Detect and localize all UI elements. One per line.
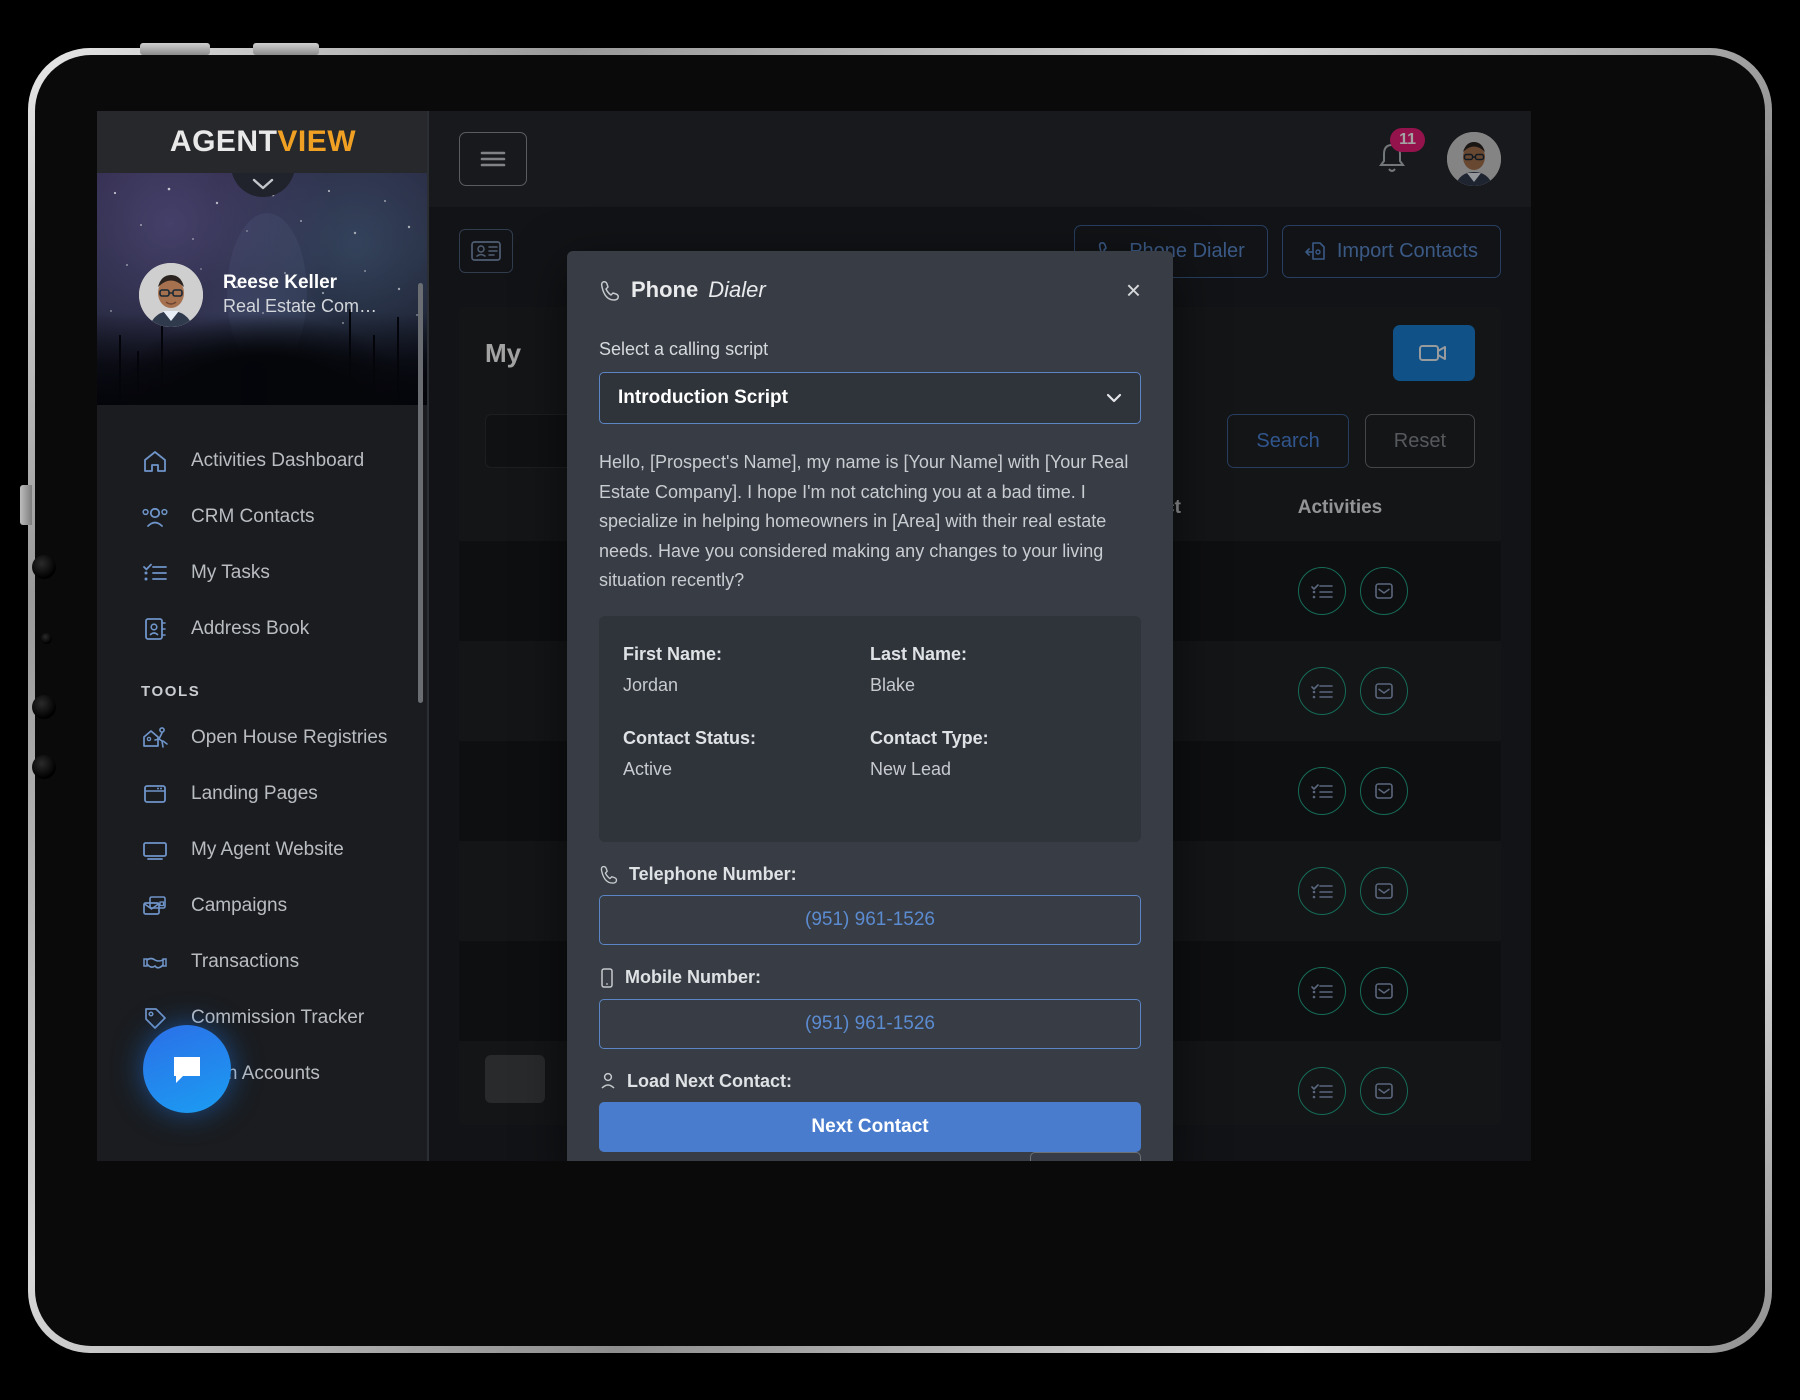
sidebar-item-activities-dashboard[interactable]: Activities Dashboard [97, 433, 429, 489]
script-select-label: Select a calling script [599, 339, 1141, 360]
sidebar-item-label: Address Book [191, 618, 309, 640]
load-next-contact-label: Load Next Contact: [627, 1071, 792, 1092]
side-port-bottom [32, 755, 56, 779]
power-button[interactable] [140, 43, 210, 55]
sidebar-item-transactions[interactable]: Transactions [97, 934, 429, 990]
sidebar-item-crm-contacts[interactable]: CRM Contacts [97, 489, 429, 545]
logo-view-text: VIEW [277, 125, 356, 158]
calling-script-select[interactable]: Introduction Script [599, 372, 1141, 424]
avatar-photo [139, 263, 203, 327]
logo-agent-text: AGENT [170, 125, 278, 158]
telephone-number-button[interactable]: (951) 961-1526 [599, 895, 1141, 945]
side-port-top [32, 555, 56, 579]
sidebar-item-label: My Tasks [191, 562, 270, 584]
profile-name: Reese Keller [223, 271, 377, 295]
phone-icon [599, 864, 619, 884]
side-port-lower [32, 695, 56, 719]
sidebar-item-label: CRM Contacts [191, 506, 315, 528]
sidebar-item-label: My Agent Website [191, 839, 344, 861]
sidebar-nav: Activities Dashboard CRM Contacts [97, 405, 429, 1102]
volume-button[interactable] [253, 43, 319, 55]
sidebar-profile[interactable]: Reese Keller Real Estate Com… [139, 263, 377, 327]
side-button[interactable] [20, 485, 32, 525]
users-icon [141, 503, 169, 531]
telephone-label: Telephone Number: [629, 864, 797, 885]
contact-details-card: First Name: Last Name: Jordan Blake Cont… [599, 616, 1141, 842]
contact-type-value: New Lead [870, 759, 1117, 802]
load-next-label-row: Load Next Contact: [599, 1071, 1141, 1092]
close-button[interactable]: Close [1030, 1152, 1141, 1161]
modal-title-bold: Phone [631, 277, 698, 303]
last-name-label: Last Name: [870, 644, 1117, 665]
sidebar-item-my-agent-website[interactable]: My Agent Website [97, 822, 429, 878]
sidebar-scrollbar[interactable] [418, 283, 423, 703]
sidebar-item-label: Activities Dashboard [191, 450, 364, 472]
modal-footer: Close [567, 1152, 1173, 1161]
handshake-icon [141, 948, 169, 976]
hero-figure [241, 361, 267, 405]
sidebar-item-open-house-registries[interactable]: Open House Registries [97, 710, 429, 766]
sidebar-item-label: Landing Pages [191, 783, 318, 805]
first-name-value: Jordan [623, 675, 870, 718]
selected-script-value: Introduction Script [618, 387, 788, 409]
telephone-label-row: Telephone Number: [599, 864, 1141, 885]
envelope-stack-icon [141, 892, 169, 920]
modal-body: Select a calling script Introduction Scr… [567, 313, 1173, 1152]
chat-bubble-icon [167, 1049, 207, 1089]
contact-status-label: Contact Status: [623, 728, 870, 749]
sidebar-item-campaigns[interactable]: Campaigns [97, 878, 429, 934]
app-logo[interactable]: AGENTVIEW [97, 111, 429, 173]
sidebar-item-landing-pages[interactable]: Landing Pages [97, 766, 429, 822]
modal-title: Phone Dialer [599, 277, 766, 303]
sidebar-item-label: Campaigns [191, 895, 287, 917]
address-book-icon [141, 615, 169, 643]
sidebar-item-label: Commission Tracker [191, 1007, 364, 1029]
sidebar: AGENTVIEW [97, 111, 429, 1161]
phone-dialer-modal: Phone Dialer × Select a calling script I… [567, 251, 1173, 1161]
tablet-bezel: AGENTVIEW [35, 55, 1765, 1346]
chevron-down-icon [252, 177, 274, 191]
sidebar-item-label: Open House Registries [191, 727, 387, 749]
tag-icon [141, 1004, 169, 1032]
first-name-label: First Name: [623, 644, 870, 665]
chat-widget-button[interactable] [143, 1025, 231, 1113]
sidebar-section-tools: TOOLS [97, 657, 429, 710]
open-house-icon [141, 724, 169, 752]
mobile-phone-icon [599, 967, 615, 989]
mobile-label-row: Mobile Number: [599, 967, 1141, 989]
avatar [139, 263, 203, 327]
contact-type-label: Contact Type: [870, 728, 1117, 749]
modal-title-italic: Dialer [708, 277, 765, 303]
sidebar-item-label: Transactions [191, 951, 299, 973]
mobile-number-button[interactable]: (951) 961-1526 [599, 999, 1141, 1049]
next-contact-button[interactable]: Next Contact [599, 1102, 1141, 1152]
chevron-down-icon [1106, 387, 1122, 409]
mobile-label: Mobile Number: [625, 967, 761, 988]
contact-status-value: Active [623, 759, 870, 802]
modal-header: Phone Dialer × [567, 251, 1173, 313]
phone-icon [599, 279, 621, 301]
checklist-icon [141, 559, 169, 587]
script-body-text: Hello, [Prospect's Name], my name is [Yo… [599, 448, 1141, 596]
monitor-icon [141, 836, 169, 864]
profile-role: Real Estate Com… [223, 295, 377, 318]
home-icon [141, 447, 169, 475]
tablet-device-frame: AGENTVIEW [28, 48, 1772, 1353]
profile-hero-banner: Reese Keller Real Estate Com… [97, 173, 429, 405]
sidebar-item-my-tasks[interactable]: My Tasks [97, 545, 429, 601]
close-icon[interactable]: × [1126, 277, 1141, 303]
browser-window-icon [141, 780, 169, 808]
last-name-value: Blake [870, 675, 1117, 718]
sidebar-item-commission-tracker[interactable]: Commission Tracker [97, 990, 429, 1046]
person-icon [599, 1071, 617, 1091]
sidebar-item-address-book[interactable]: Address Book [97, 601, 429, 657]
side-port-mid [41, 633, 52, 644]
application-viewport: AGENTVIEW [97, 111, 1531, 1161]
